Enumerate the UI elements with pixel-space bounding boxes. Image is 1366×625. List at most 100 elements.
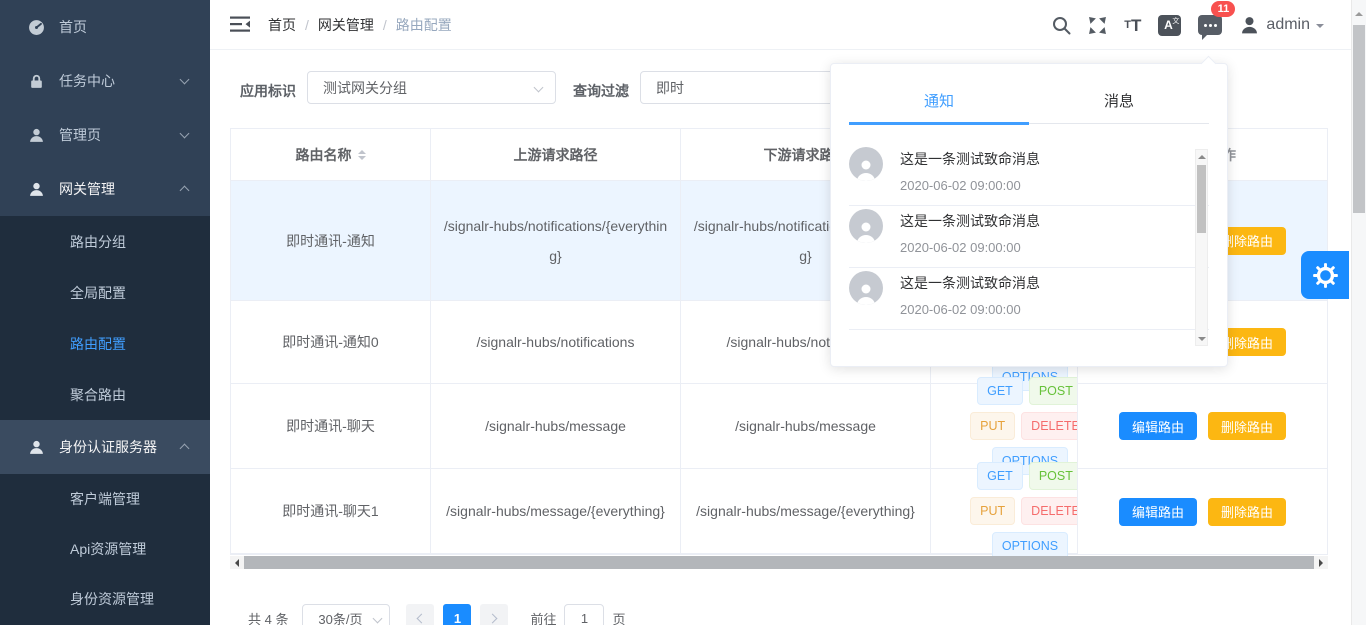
sidebar-item-client-mgmt[interactable]: 客户端管理 xyxy=(0,474,210,524)
app-id-select-value: 测试网关分组 xyxy=(323,78,407,98)
breadcrumb-current: 路由配置 xyxy=(396,15,452,35)
sub-item-label: 客户端管理 xyxy=(70,489,140,509)
notification-item[interactable]: 这是一条测试致命消息 2020-06-02 09:00:00 xyxy=(849,144,1209,206)
scroll-down-icon[interactable] xyxy=(1196,332,1207,345)
method-tag: POST xyxy=(1029,377,1083,405)
topbar-actions: TT A文 11 admin xyxy=(1052,0,1324,50)
chevron-up-icon xyxy=(180,186,190,196)
notification-popover: 通知 消息 这是一条测试致命消息 2020-06-02 09:00:00 这是一… xyxy=(830,63,1228,367)
sidebar-item-route-config[interactable]: 路由配置 xyxy=(0,318,210,369)
tab-messages[interactable]: 消息 xyxy=(1029,78,1209,123)
message-bubble-icon xyxy=(1198,15,1222,35)
breadcrumb-home[interactable]: 首页 xyxy=(268,15,296,35)
prev-page-button[interactable] xyxy=(406,604,434,625)
sort-icon[interactable] xyxy=(358,146,366,164)
page-vertical-scrollbar[interactable] xyxy=(1351,0,1366,625)
sidebar-item-route-groups[interactable]: 路由分组 xyxy=(0,216,210,267)
chevron-down-icon xyxy=(180,129,190,139)
translate-cjk: 文 xyxy=(1172,16,1179,26)
current-page-button[interactable]: 1 xyxy=(443,604,471,625)
sub-item-label: Api资源管理 xyxy=(70,539,146,559)
goto-page-input[interactable] xyxy=(565,605,603,625)
vertical-scroll-thumb[interactable] xyxy=(1353,25,1365,213)
sidebar-item-admin-page[interactable]: 管理页 xyxy=(0,108,210,162)
message-count-badge: 11 xyxy=(1211,1,1235,17)
font-size-large: T xyxy=(1131,17,1141,34)
column-header-route-name[interactable]: 路由名称 xyxy=(231,129,431,180)
sidebar-collapse-icon[interactable] xyxy=(230,16,252,33)
notification-list: 这是一条测试致命消息 2020-06-02 09:00:00 这是一条测试致命消… xyxy=(849,124,1209,330)
avatar-icon xyxy=(849,147,883,181)
goto-page-field xyxy=(564,604,604,625)
notification-scrollbar[interactable] xyxy=(1195,149,1208,346)
sidebar-item-label: 首页 xyxy=(59,17,87,37)
goto-label: 前往 xyxy=(530,609,556,625)
table-horizontal-scrollbar[interactable] xyxy=(230,556,1328,569)
app-root: 首页 任务中心 管理页 网关管理 路由分组 全局配置 路由配置 聚合路由 身份认… xyxy=(0,0,1366,625)
messages-button[interactable]: 11 xyxy=(1198,15,1222,35)
sidebar-item-identity-server[interactable]: 身份认证服务器 xyxy=(0,420,210,474)
sidebar-item-api-resources[interactable]: Api资源管理 xyxy=(0,524,210,574)
notification-time: 2020-06-02 09:00:00 xyxy=(900,302,1040,317)
breadcrumb-separator: / xyxy=(383,17,387,33)
avatar-icon xyxy=(1239,15,1260,36)
avatar-icon xyxy=(849,271,883,305)
chevron-down-icon xyxy=(373,614,383,624)
notification-title: 这是一条测试致命消息 xyxy=(900,273,1040,293)
delete-route-button[interactable]: 删除路由 xyxy=(1208,498,1286,526)
column-label: 上游请求路径 xyxy=(514,146,598,164)
user-menu[interactable]: admin xyxy=(1239,15,1324,36)
settings-drawer-button[interactable] xyxy=(1301,251,1349,299)
sidebar-item-gateway[interactable]: 网关管理 xyxy=(0,162,210,216)
sidebar: 首页 任务中心 管理页 网关管理 路由分组 全局配置 路由配置 聚合路由 身份认… xyxy=(0,0,210,625)
query-filter-label: 查询过滤 xyxy=(573,81,629,101)
dashboard-icon xyxy=(28,19,45,36)
sidebar-item-aggregate-routes[interactable]: 聚合路由 xyxy=(0,369,210,420)
breadcrumb-gateway[interactable]: 网关管理 xyxy=(318,15,374,35)
edit-route-button[interactable]: 编辑路由 xyxy=(1119,412,1197,440)
scroll-right-icon[interactable] xyxy=(1314,556,1328,569)
page-size-select[interactable]: 30条/页 xyxy=(302,604,390,625)
username: admin xyxy=(1266,16,1310,34)
column-header-upstream: 上游请求路径 xyxy=(431,129,681,180)
user-icon xyxy=(28,439,45,456)
notification-title: 这是一条测试致命消息 xyxy=(900,149,1040,169)
sidebar-submenu-gateway: 路由分组 全局配置 路由配置 聚合路由 xyxy=(0,216,210,420)
notification-title: 这是一条测试致命消息 xyxy=(900,211,1040,231)
search-icon[interactable] xyxy=(1052,16,1071,35)
horizontal-scroll-thumb[interactable] xyxy=(244,556,1314,569)
app-id-select[interactable]: 测试网关分组 xyxy=(307,71,556,104)
downstream-path-cell: /signalr-hubs/message xyxy=(681,384,931,468)
method-tag: POST xyxy=(1029,462,1083,490)
scroll-up-icon[interactable] xyxy=(1355,8,1363,16)
sidebar-item-tasks[interactable]: 任务中心 xyxy=(0,54,210,108)
breadcrumb: 首页 / 网关管理 / 路由配置 xyxy=(268,0,452,50)
edit-route-button[interactable]: 编辑路由 xyxy=(1119,498,1197,526)
next-page-button[interactable] xyxy=(480,604,508,625)
scroll-up-icon[interactable] xyxy=(1196,150,1207,163)
sidebar-item-label: 网关管理 xyxy=(59,179,115,199)
delete-route-button[interactable]: 删除路由 xyxy=(1208,412,1286,440)
lock-icon xyxy=(28,73,45,90)
translate-icon[interactable]: A文 xyxy=(1158,15,1181,36)
font-size-icon[interactable]: TT xyxy=(1124,17,1141,34)
sidebar-submenu-identity: 客户端管理 Api资源管理 身份资源管理 xyxy=(0,474,210,625)
notification-item[interactable]: 这是一条测试致命消息 2020-06-02 09:00:00 xyxy=(849,206,1209,268)
sidebar-item-identity-resources[interactable]: 身份资源管理 xyxy=(0,574,210,624)
notification-item[interactable]: 这是一条测试致命消息 2020-06-02 09:00:00 xyxy=(849,268,1209,330)
sidebar-item-label: 管理页 xyxy=(59,125,101,145)
sidebar-item-label: 身份认证服务器 xyxy=(59,437,157,457)
sidebar-item-home[interactable]: 首页 xyxy=(0,0,210,54)
tab-notifications[interactable]: 通知 xyxy=(849,78,1029,123)
chevron-right-icon xyxy=(488,613,498,623)
fullscreen-icon[interactable] xyxy=(1088,16,1107,35)
page-size-value: 30条/页 xyxy=(318,609,362,625)
scroll-left-icon[interactable] xyxy=(230,556,244,569)
font-size-small: T xyxy=(1124,20,1131,31)
upstream-path-cell: /signalr-hubs/message/{everything} xyxy=(431,469,681,553)
chevron-down-icon xyxy=(534,83,544,93)
sub-item-label: 路由配置 xyxy=(70,334,126,354)
sidebar-item-global-config[interactable]: 全局配置 xyxy=(0,267,210,318)
notification-scroll-thumb[interactable] xyxy=(1197,165,1206,233)
actions-cell: 编辑路由 删除路由 xyxy=(1078,469,1327,554)
